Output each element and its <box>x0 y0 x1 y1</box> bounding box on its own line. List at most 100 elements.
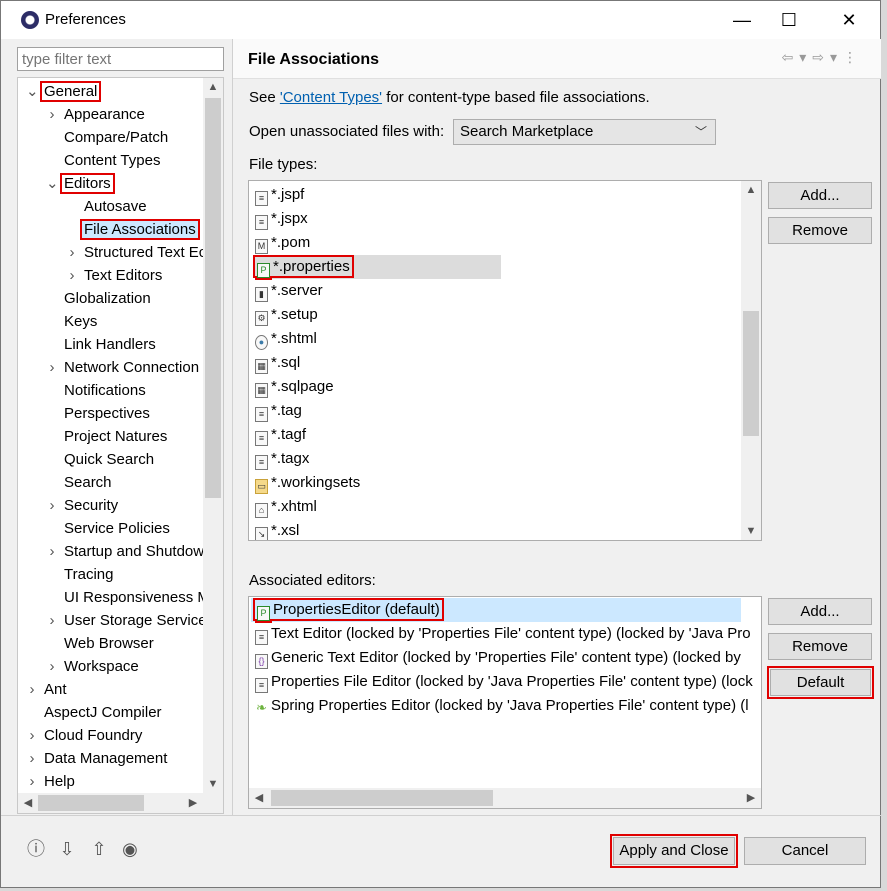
scroll-thumb[interactable] <box>205 98 221 498</box>
scroll-up-icon[interactable]: ▲ <box>741 181 761 199</box>
chevron-right-icon[interactable]: › <box>26 770 38 793</box>
scroll-up-icon[interactable]: ▲ <box>203 78 223 96</box>
tree-item[interactable]: › Workspace <box>50 655 141 678</box>
tree-item[interactable]: AspectJ Compiler <box>42 701 164 724</box>
tree-item[interactable]: Quick Search <box>62 448 156 471</box>
content-types-link[interactable]: 'Content Types' <box>280 89 382 106</box>
file-type-row[interactable]: P *.properties <box>253 255 501 279</box>
scroll-right-icon[interactable]: ▶ <box>183 793 203 813</box>
tree-item[interactable]: Compare/Patch <box>62 126 170 149</box>
tree-item[interactable]: ⌄ Editors <box>46 172 115 195</box>
chevron-right-icon[interactable]: › <box>26 724 38 747</box>
tree-item[interactable]: › Startup and Shutdow <box>50 540 206 563</box>
file-type-row[interactable]: ▦ *.sqlpage <box>255 375 334 399</box>
file-type-row[interactable]: ↘ *.xsl <box>255 519 299 540</box>
tree-item[interactable]: › Text Editors <box>70 264 164 287</box>
scroll-thumb[interactable] <box>271 790 493 806</box>
tree-item[interactable]: › Network Connection <box>50 356 201 379</box>
scroll-thumb[interactable] <box>38 795 144 811</box>
editor-row[interactable]: P PropertiesEditor (default) <box>251 598 741 622</box>
tree-item[interactable]: Content Types <box>62 149 162 172</box>
tree-item[interactable]: › Ant <box>30 678 69 701</box>
tree-item[interactable]: Autosave <box>82 195 149 218</box>
cancel-button[interactable]: Cancel <box>744 837 866 865</box>
file-type-row[interactable]: ▭ *.workingsets <box>255 471 360 495</box>
scroll-right-icon[interactable]: ▶ <box>741 788 761 808</box>
chevron-right-icon[interactable]: › <box>46 103 58 126</box>
chevron-right-icon[interactable]: › <box>26 747 38 770</box>
tree-item[interactable]: Perspectives <box>62 402 152 425</box>
sash[interactable] <box>232 39 233 815</box>
chevron-right-icon[interactable]: › <box>66 264 78 287</box>
scroll-down-icon[interactable]: ▼ <box>741 522 761 540</box>
remove-file-type-button[interactable]: Remove <box>768 217 872 244</box>
preference-tree[interactable]: › Help › Data Management › Cloud Foundry Aspec… <box>17 77 224 814</box>
open-unassociated-select[interactable]: Search Marketplace ﹀ <box>453 119 716 145</box>
tree-item[interactable]: › User Storage Service <box>50 609 209 632</box>
minimize-button[interactable]: — <box>727 7 757 33</box>
export-icon[interactable]: ⇧ <box>88 838 110 860</box>
chevron-right-icon[interactable]: › <box>26 678 38 701</box>
chevron-right-icon[interactable]: › <box>46 655 58 678</box>
scroll-left-icon[interactable]: ◀ <box>249 788 269 808</box>
file-type-row[interactable]: ⚙ *.setup <box>255 303 318 327</box>
file-type-row[interactable]: ● *.shtml <box>255 327 317 351</box>
editor-row[interactable]: ❧ Spring Properties Editor (locked by 'Ja… <box>251 694 749 718</box>
tree-item[interactable]: UI Responsiveness M <box>62 586 212 609</box>
scroll-left-icon[interactable]: ◀ <box>18 793 38 813</box>
chevron-right-icon[interactable]: › <box>46 609 58 632</box>
tree-item[interactable]: Service Policies <box>62 517 172 540</box>
file-type-row[interactable]: ≡ *.jspx <box>255 207 308 231</box>
file-type-row[interactable]: ▦ *.sql <box>255 351 300 375</box>
chevron-right-icon[interactable]: › <box>46 494 58 517</box>
chevron-right-icon[interactable]: › <box>46 540 58 563</box>
scroll-down-icon[interactable]: ▼ <box>203 775 223 793</box>
record-icon[interactable]: ◉ <box>119 838 141 860</box>
tree-item[interactable]: › Security <box>50 494 120 517</box>
apply-and-close-button[interactable]: Apply and Close <box>610 834 738 868</box>
file-type-row[interactable]: ≡ *.tag <box>255 399 302 423</box>
editors-horizontal-scrollbar[interactable]: ◀ ▶ <box>249 788 761 808</box>
tree-vertical-scrollbar[interactable]: ▲ ▼ <box>203 78 223 793</box>
tree-item[interactable]: Project Natures <box>62 425 169 448</box>
tree-item[interactable]: › Cloud Foundry <box>30 724 144 747</box>
default-editor-button[interactable]: Default <box>767 666 874 699</box>
tree-item[interactable]: ⌄ General <box>26 80 102 103</box>
editor-row[interactable]: ≡ Text Editor (locked by 'Properties File… <box>251 622 751 646</box>
chevron-down-icon[interactable]: ⌄ <box>26 80 39 103</box>
remove-editor-button[interactable]: Remove <box>768 633 872 660</box>
tree-item[interactable]: Search <box>62 471 114 494</box>
editor-row[interactable]: ≡ Properties File Editor (locked by 'Java… <box>251 670 753 694</box>
add-file-type-button[interactable]: Add... <box>768 182 872 209</box>
tree-item[interactable]: Link Handlers <box>62 333 158 356</box>
file-types-scrollbar[interactable]: ▲ ▼ <box>741 181 761 540</box>
file-type-row[interactable]: ≡ *.jspf <box>255 183 304 207</box>
maximize-button[interactable]: ☐ <box>774 7 804 33</box>
file-type-row[interactable]: ≡ *.tagx <box>255 447 309 471</box>
filter-input[interactable] <box>17 47 224 71</box>
editor-row[interactable]: {} Generic Text Editor (locked by 'Proper… <box>251 646 741 670</box>
history-nav-icons[interactable]: ⇦▾⇨▾⋮ <box>781 49 863 66</box>
tree-item[interactable]: › Help <box>30 770 77 793</box>
add-editor-button[interactable]: Add... <box>768 598 872 625</box>
tree-item[interactable]: Tracing <box>62 563 115 586</box>
tree-item[interactable]: › Data Management <box>30 747 169 770</box>
tree-horizontal-scrollbar[interactable]: ◀ ▶ <box>18 793 223 813</box>
tree-item[interactable]: › Appearance <box>50 103 147 126</box>
chevron-down-icon[interactable]: ⌄ <box>46 172 59 195</box>
tree-item[interactable]: › Structured Text Ec <box>70 241 208 264</box>
close-button[interactable]: ✕ <box>834 7 864 33</box>
import-icon[interactable]: ⇩ <box>56 838 78 860</box>
tree-item[interactable]: Globalization <box>62 287 153 310</box>
tree-item[interactable]: Web Browser <box>62 632 156 655</box>
tree-item[interactable]: File Associations <box>80 218 200 241</box>
chevron-right-icon[interactable]: › <box>66 241 78 264</box>
tree-item[interactable]: Keys <box>62 310 99 333</box>
file-type-row[interactable]: ≡ *.tagf <box>255 423 306 447</box>
chevron-right-icon[interactable]: › <box>46 356 58 379</box>
tree-item[interactable]: Notifications <box>62 379 148 402</box>
associated-editors-list[interactable]: ❧ Spring Properties Editor (locked by 'Ja… <box>248 596 762 809</box>
scroll-thumb[interactable] <box>743 311 759 436</box>
file-type-row[interactable]: ▮ *.server <box>255 279 323 303</box>
help-icon[interactable]: ⓘ <box>25 838 47 860</box>
